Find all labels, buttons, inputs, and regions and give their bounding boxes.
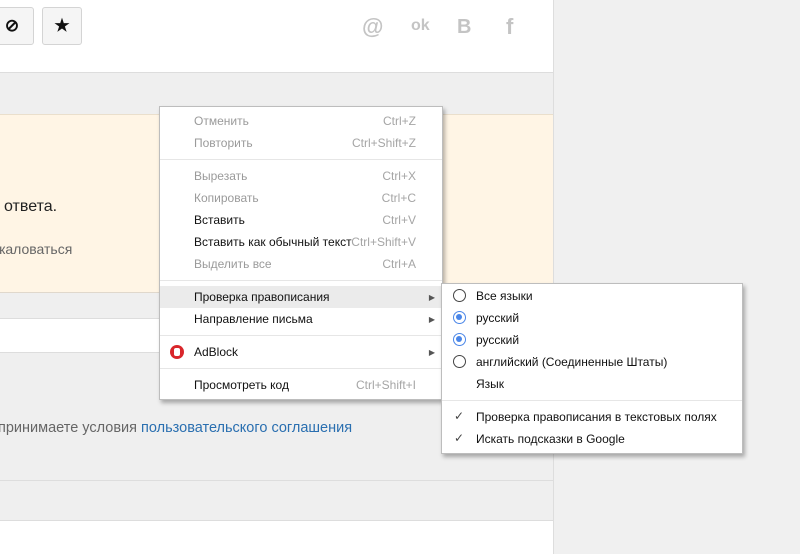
star-icon: ★ [54, 16, 70, 35]
menu-redo[interactable]: Повторить Ctrl+Shift+Z [160, 132, 442, 154]
separator [160, 280, 442, 281]
complain-link[interactable]: жаловаться [0, 241, 72, 257]
menu-writing-direction[interactable]: Направление письма ▶ [160, 308, 442, 330]
favorite-button[interactable]: ★ [42, 7, 82, 45]
menu-adblock[interactable]: AdBlock ▶ [160, 341, 442, 363]
block-icon: ⊘ [4, 16, 20, 35]
radio-checked-icon [453, 333, 466, 346]
menu-select-all[interactable]: Выделить все Ctrl+A [160, 253, 442, 275]
terms-link[interactable]: пользовательского соглашения [141, 420, 352, 436]
notice-text: ответа. [4, 198, 58, 215]
odnoklassniki-share-icon[interactable]: ok [411, 17, 430, 35]
lang-russian-2[interactable]: русский [442, 329, 742, 351]
vk-share-icon[interactable]: B [457, 16, 471, 39]
submenu-arrow-icon: ▶ [428, 292, 435, 302]
context-menu: Отменить Ctrl+Z Повторить Ctrl+Shift+Z Выр… [159, 106, 443, 400]
language-settings[interactable]: Язык [442, 373, 742, 395]
block-button[interactable]: ⊘ [0, 7, 34, 45]
submenu-arrow-icon: ▶ [428, 347, 435, 357]
separator [160, 335, 442, 336]
separator [160, 159, 442, 160]
separator [160, 368, 442, 369]
separator [442, 400, 742, 401]
facebook-share-icon[interactable]: f [506, 14, 513, 40]
lang-english-us[interactable]: английский (Соединенные Штаты) [442, 351, 742, 373]
terms-text: принимаете условия пользовательского сог… [0, 420, 353, 436]
adblock-icon [170, 345, 184, 359]
lang-russian-1[interactable]: русский [442, 307, 742, 329]
menu-undo[interactable]: Отменить Ctrl+Z [160, 110, 442, 132]
radio-icon [453, 289, 466, 302]
lang-all[interactable]: Все языки [442, 285, 742, 307]
radio-icon [453, 355, 466, 368]
radio-checked-icon [453, 311, 466, 324]
google-hints[interactable]: ✓ Искать подсказки в Google [442, 428, 742, 450]
menu-spellcheck[interactable]: Проверка правописания ▶ [160, 286, 442, 308]
divider-band [0, 480, 553, 521]
mail-share-icon[interactable]: @ [362, 14, 383, 40]
check-icon: ✓ [454, 431, 465, 445]
menu-paste-plain[interactable]: Вставить как обычный текст Ctrl+Shift+V [160, 231, 442, 253]
menu-inspect[interactable]: Просмотреть код Ctrl+Shift+I [160, 374, 442, 396]
spellcheck-submenu: Все языки русский русский английский (Со… [441, 283, 743, 454]
header: ⊘ ★ @ ok B f [0, 0, 553, 73]
menu-copy[interactable]: Копировать Ctrl+C [160, 187, 442, 209]
check-icon: ✓ [454, 409, 465, 423]
menu-paste[interactable]: Вставить Ctrl+V [160, 209, 442, 231]
submenu-arrow-icon: ▶ [428, 314, 435, 324]
footer-area [0, 521, 553, 554]
menu-cut[interactable]: Вырезать Ctrl+X [160, 165, 442, 187]
check-text-fields[interactable]: ✓ Проверка правописания в текстовых полях [442, 406, 742, 428]
